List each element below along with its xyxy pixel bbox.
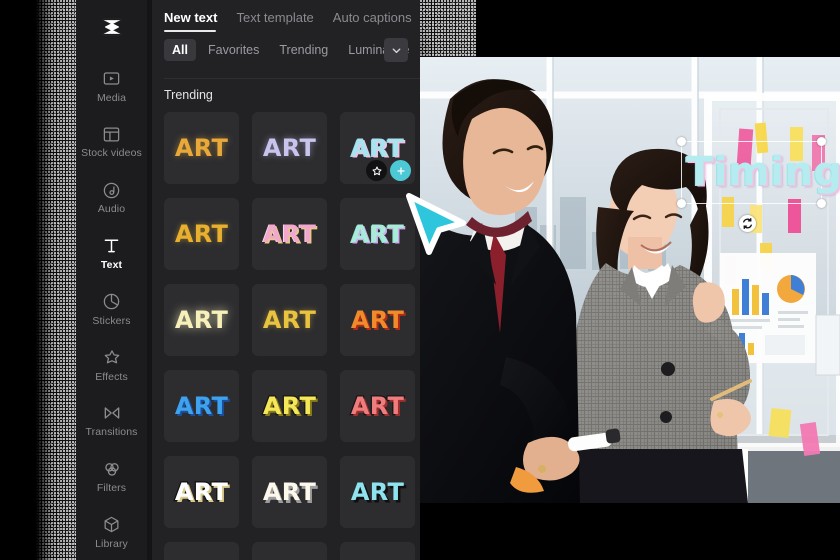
text-style-card[interactable]: ART <box>252 370 327 442</box>
plus-icon[interactable] <box>390 160 411 181</box>
sidebar-item-filters[interactable]: Filters <box>76 448 147 504</box>
sidebar-item-label: Text <box>100 258 123 271</box>
library-icon <box>102 514 121 536</box>
filter-chip-all[interactable]: All <box>164 39 196 61</box>
text-style-preview-label: ART <box>174 220 229 248</box>
text-style-preview-label: ART <box>174 478 229 506</box>
sidebar-item-audio[interactable]: Audio <box>76 169 147 225</box>
text-style-card[interactable]: ART <box>340 456 415 528</box>
left-sidebar: Media Stock videos Audio Text Stickers E… <box>76 0 147 560</box>
text-style-grid: ART ART ART ART ART ART ART ART ART ART ART ART ART A… <box>164 112 420 560</box>
text-style-card[interactable]: ART <box>164 198 239 270</box>
stock-videos-icon <box>102 123 121 145</box>
text-style-card[interactable]: ART <box>164 542 239 560</box>
text-style-preview-label: ART <box>174 392 229 420</box>
text-style-card[interactable]: ART <box>164 370 239 442</box>
text-style-preview-label: ART <box>350 134 405 162</box>
media-icon <box>102 68 121 90</box>
sidebar-item-stock-videos[interactable]: Stock videos <box>76 114 147 170</box>
app-root: Media Stock videos Audio Text Stickers E… <box>0 0 840 560</box>
text-style-card[interactable]: ART <box>252 284 327 356</box>
sidebar-item-label: Effects <box>95 370 128 383</box>
text-style-preview-label: ART <box>350 220 405 248</box>
filter-chip-trending[interactable]: Trending <box>271 39 336 61</box>
filter-chip-favorites[interactable]: Favorites <box>200 39 267 61</box>
text-style-preview-label: ART <box>174 306 229 334</box>
sidebar-item-label: Audio <box>97 203 126 216</box>
sidebar-item-label: Filters <box>96 482 127 495</box>
capcut-logo-icon[interactable] <box>97 12 127 42</box>
sidebar-item-stickers[interactable]: Stickers <box>76 281 147 337</box>
text-style-card[interactable]: ART <box>164 284 239 356</box>
panel-tabs: New text Text template Auto captions <box>152 0 420 34</box>
sidebar-item-label: Stock videos <box>81 147 142 160</box>
text-style-card[interactable]: ART <box>164 456 239 528</box>
tab-new-text[interactable]: New text <box>164 10 217 34</box>
text-style-card[interactable]: ART <box>252 542 327 560</box>
sidebar-item-effects[interactable]: Effects <box>76 337 147 393</box>
text-style-card[interactable]: ART <box>164 112 239 184</box>
sidebar-item-label: Stickers <box>92 314 131 327</box>
sidebar-item-media[interactable]: Media <box>76 58 147 114</box>
preview-frame-image <box>420 57 840 503</box>
text-style-card[interactable]: ART <box>340 542 415 560</box>
card-action-row <box>366 160 411 181</box>
text-style-preview-label: ART <box>262 134 317 162</box>
text-style-preview-label: ART <box>350 306 405 334</box>
text-style-card[interactable]: ART <box>340 284 415 356</box>
text-style-preview-label: ART <box>262 220 317 248</box>
sidebar-item-transitions[interactable]: Transitions <box>76 393 147 449</box>
rotate-handle-icon[interactable] <box>739 215 756 232</box>
stickers-icon <box>102 291 121 313</box>
text-panel: New text Text template Auto captions All… <box>152 0 420 560</box>
text-style-preview-label: ART <box>350 478 405 506</box>
filter-chip-row: All Favorites Trending Luminance <box>152 34 420 62</box>
section-title-trending: Trending <box>164 88 213 102</box>
text-style-card[interactable]: ART <box>340 198 415 270</box>
effects-icon <box>102 347 122 369</box>
chevron-down-icon[interactable] <box>384 38 408 62</box>
video-preview[interactable] <box>420 57 840 503</box>
text-style-card[interactable]: ART <box>340 370 415 442</box>
text-style-preview-label: ART <box>262 478 317 506</box>
sidebar-item-label: Library <box>95 537 128 550</box>
text-style-card[interactable]: ART <box>252 456 327 528</box>
sidebar-item-label: Transitions <box>85 426 138 439</box>
tab-auto-captions[interactable]: Auto captions <box>333 10 412 34</box>
text-style-card[interactable]: ART <box>252 198 327 270</box>
tab-text-template[interactable]: Text template <box>236 10 313 34</box>
sidebar-item-library[interactable]: Library <box>76 504 147 560</box>
panel-separator <box>164 78 420 79</box>
transitions-icon <box>102 402 122 424</box>
text-style-card[interactable]: ART <box>340 112 415 184</box>
sidebar-item-label: Media <box>96 91 127 104</box>
text-style-preview-label: ART <box>174 134 229 162</box>
text-icon <box>101 235 122 257</box>
text-style-preview-label: ART <box>262 306 317 334</box>
text-style-preview-label: ART <box>350 392 405 420</box>
text-style-preview-label: ART <box>262 392 317 420</box>
filters-icon <box>102 458 122 480</box>
text-style-card[interactable]: ART <box>252 112 327 184</box>
sidebar-item-text[interactable]: Text <box>76 225 147 281</box>
audio-icon <box>102 179 121 201</box>
star-icon[interactable] <box>366 160 387 181</box>
